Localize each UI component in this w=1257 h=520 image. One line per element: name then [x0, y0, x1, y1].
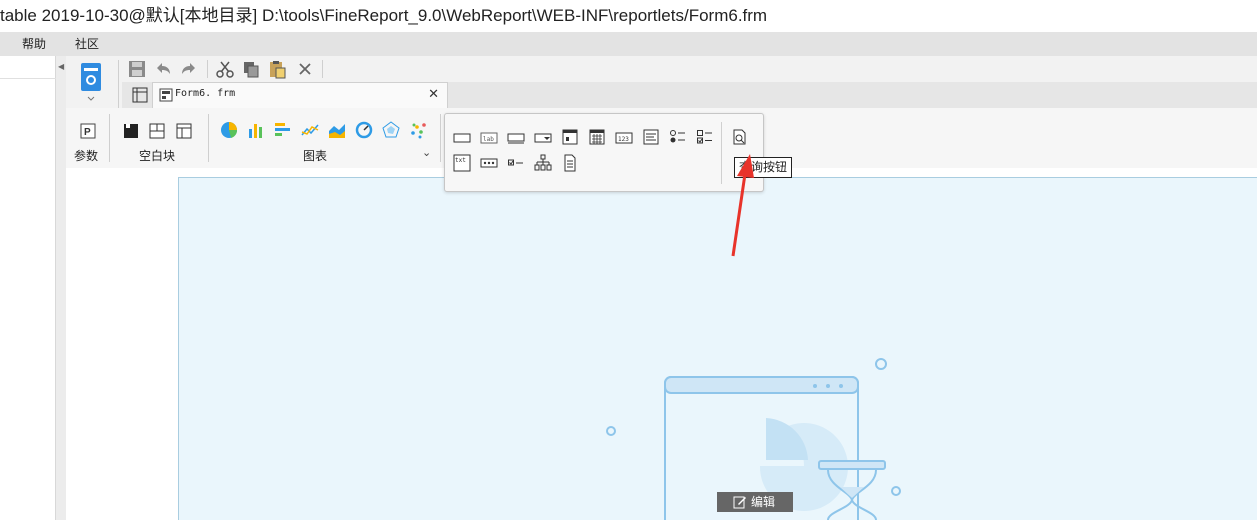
area-chart-icon[interactable]	[328, 121, 346, 139]
parameter-icon[interactable]: P	[80, 123, 96, 139]
number-field-icon[interactable]: 123	[615, 130, 633, 146]
tab-bar: Form6. frm ✕	[122, 82, 1257, 108]
group-label-blank-block: 空白块	[139, 149, 176, 163]
button-icon[interactable]	[507, 130, 525, 146]
svg-text:lab: lab	[483, 136, 494, 143]
text-field-icon[interactable]	[453, 130, 471, 146]
dropdown-icon[interactable]	[534, 130, 552, 146]
edit-button[interactable]: 编辑	[717, 492, 793, 512]
pie-chart-icon[interactable]	[220, 121, 238, 139]
form-file-icon	[159, 88, 173, 102]
chevron-down-icon[interactable]: ⌄	[422, 146, 431, 159]
calendar-icon[interactable]	[588, 128, 606, 145]
file-icon[interactable]	[561, 154, 579, 172]
bar-chart-icon[interactable]	[247, 121, 265, 139]
window-title: table 2019-10-30@默认[本地目录] D:\tools\FineR…	[0, 0, 1257, 32]
app-logo-icon[interactable]	[78, 61, 104, 101]
search-button-icon[interactable]	[731, 128, 749, 145]
tree-icon[interactable]	[534, 154, 552, 171]
main-toolbar	[66, 56, 1257, 108]
line-chart-icon[interactable]	[301, 121, 319, 139]
group-label-parameter: 参数	[74, 149, 99, 163]
textarea-txt-icon[interactable]: txt	[453, 154, 471, 172]
widget-popup: lab 123 txt	[444, 113, 764, 192]
radar-chart-icon[interactable]	[382, 121, 400, 139]
checkbox-group-icon[interactable]	[696, 128, 714, 144]
menu-item-help[interactable]: 帮助	[22, 32, 46, 56]
svg-text:P: P	[84, 127, 91, 138]
tab-form6[interactable]: Form6. frm ✕	[152, 82, 448, 108]
date-icon[interactable]	[561, 128, 579, 145]
left-panel	[0, 56, 56, 520]
widget-layout-icon[interactable]	[132, 87, 148, 103]
horizontal-bar-chart-icon[interactable]	[274, 121, 292, 139]
textarea-icon[interactable]	[642, 128, 660, 145]
delete-icon[interactable]	[295, 59, 315, 79]
label-icon[interactable]: lab	[480, 130, 498, 146]
paste-icon[interactable]	[267, 59, 287, 79]
undo-icon[interactable]	[153, 59, 173, 79]
menu-bar: 帮助 社区	[0, 32, 1257, 56]
radio-group-icon[interactable]	[669, 128, 687, 144]
menu-item-community[interactable]: 社区	[75, 32, 99, 56]
close-tab-icon[interactable]: ✕	[428, 86, 439, 102]
cut-icon[interactable]	[215, 59, 235, 79]
gauge-chart-icon[interactable]	[355, 121, 373, 139]
checkbox-icon[interactable]	[507, 155, 525, 171]
redo-icon[interactable]	[179, 59, 199, 79]
tab-label: Form6. frm	[175, 88, 236, 99]
save-icon[interactable]	[127, 59, 147, 79]
blank-block-dark-icon[interactable]	[123, 123, 139, 139]
panel-splitter[interactable]: ◀	[56, 56, 66, 520]
edit-button-label: 编辑	[751, 495, 776, 509]
password-icon[interactable]	[480, 155, 498, 171]
collapse-left-icon[interactable]: ◀	[58, 62, 64, 71]
edit-icon	[733, 495, 747, 509]
split-layout-icon[interactable]	[149, 123, 165, 139]
scatter-chart-icon[interactable]	[409, 121, 427, 139]
copy-icon[interactable]	[241, 59, 261, 79]
annotation-arrow	[731, 154, 754, 257]
group-label-chart: 图表	[303, 149, 328, 163]
svg-text:123: 123	[618, 136, 629, 143]
svg-text:txt: txt	[455, 157, 466, 164]
grid-layout-icon[interactable]	[176, 123, 192, 139]
